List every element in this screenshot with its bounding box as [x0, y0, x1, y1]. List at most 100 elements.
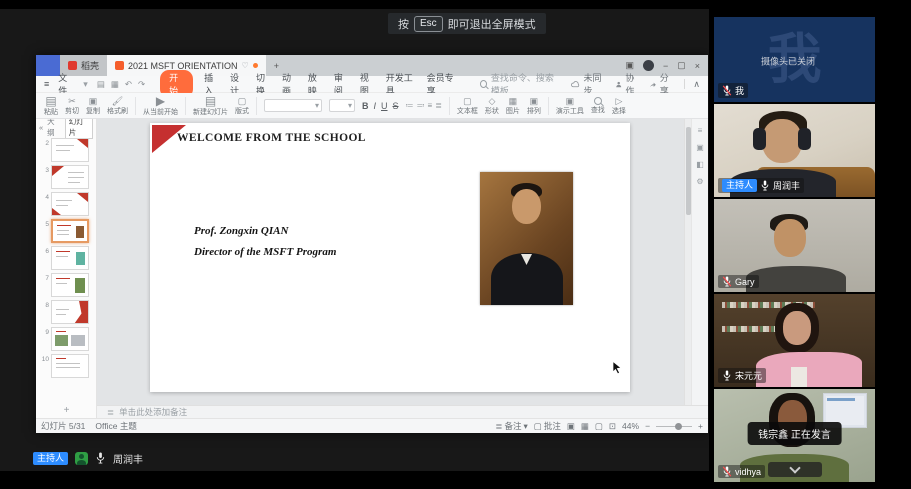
document-tab-label: 2021 MSFT ORIENTATION	[128, 61, 238, 71]
collapse-panel-icon[interactable]: «	[39, 123, 43, 132]
meeting-fullscreen-stage: 按 Esc 即可退出全屏模式 稻壳 2021 MSFT ORIENTATION …	[0, 0, 911, 489]
wps-home-button[interactable]	[36, 55, 60, 76]
notes-placeholder[interactable]: 单击此处添加备注	[119, 406, 187, 418]
right-tool-strip: ≡ ▣ ◧ ⚙	[691, 119, 708, 405]
shape-button[interactable]: ◇形状	[485, 97, 499, 115]
minimize-button[interactable]: −	[663, 61, 668, 71]
arrange-button[interactable]: ▣排列	[527, 97, 541, 115]
file-dropdown-icon[interactable]: ▾	[83, 79, 88, 90]
thumbnail-number: 3	[40, 165, 49, 174]
document-body: « 大纲 幻灯片 2 3 4 5	[36, 119, 708, 405]
slide-canvas: WELCOME FROM THE SCHOOL Prof. Zongxin QI…	[97, 119, 691, 405]
undo-icon[interactable]: ↶	[125, 79, 132, 90]
slide-title: WELCOME FROM THE SCHOOL	[177, 132, 366, 144]
portrait-face	[512, 189, 541, 224]
participant-silhouette	[756, 352, 862, 387]
redo-icon[interactable]: ↷	[138, 79, 145, 90]
slide-thumbnail[interactable]: 2	[40, 138, 94, 162]
view-sorter-button[interactable]: ▦	[581, 421, 589, 432]
mouse-cursor-icon	[612, 361, 623, 375]
zoom-slider[interactable]	[656, 426, 692, 427]
copy-button[interactable]: ▣复制	[86, 97, 100, 115]
tab-slides[interactable]: 幻灯片	[65, 119, 93, 139]
close-button[interactable]: ×	[695, 61, 700, 71]
comments-toggle-button[interactable]: ▢批注	[534, 420, 561, 432]
slide-thumbnail[interactable]: 9	[40, 327, 94, 351]
current-slide[interactable]: WELCOME FROM THE SCHOOL Prof. Zongxin QI…	[150, 123, 630, 392]
notes-icon: ≣	[107, 407, 114, 418]
presentation-file-icon	[115, 61, 124, 70]
font-name-combobox[interactable]: ▾	[264, 99, 322, 112]
zoom-out-button[interactable]: −	[645, 421, 650, 431]
participant-silhouette	[774, 219, 806, 257]
paste-button[interactable]: ▤粘贴	[44, 95, 58, 116]
video-tile-host[interactable]: 主持人 周润丰	[714, 104, 875, 197]
text-box-button[interactable]: ▢文本框	[457, 97, 478, 115]
zoom-in-button[interactable]: +	[698, 421, 703, 431]
slide-thumbnail[interactable]: 10	[40, 354, 94, 378]
strip-outline-icon[interactable]: ≡	[698, 126, 703, 135]
restore-button[interactable]: ▢	[677, 60, 686, 71]
play-from-current-button[interactable]: ▶从当前开始	[143, 95, 178, 116]
paragraph-buttons[interactable]: ≔≕≡≣	[406, 101, 442, 110]
video-tile-vidhya[interactable]: 钱宗鑫 正在发言 vidhya	[714, 389, 875, 482]
strikethrough-button[interactable]: S	[393, 101, 399, 111]
zoom-slider-knob[interactable]	[675, 423, 682, 430]
strip-panes-icon[interactable]: ◧	[696, 160, 704, 169]
collapse-ribbon-icon[interactable]: ∧	[693, 79, 700, 90]
save-icon[interactable]: ▤	[97, 79, 105, 90]
thumbnail-number: 10	[40, 354, 49, 363]
add-slide-button[interactable]: +	[36, 405, 97, 416]
slide-counter: 幻灯片 5/31	[41, 420, 85, 432]
print-icon[interactable]: ▦	[111, 79, 119, 90]
notes-toggle-button[interactable]: ≣备注▾	[495, 420, 527, 432]
format-painter-button[interactable]: 🖌格式刷	[107, 97, 128, 115]
share-icon	[649, 80, 656, 89]
bold-button[interactable]: B	[362, 101, 369, 111]
divider	[185, 97, 186, 115]
layout-button[interactable]: ▢版式	[235, 97, 249, 115]
picture-button[interactable]: ▦图片	[506, 97, 520, 115]
selected-thumbnail[interactable]	[51, 219, 89, 243]
slide-thumbnail[interactable]: 5	[40, 219, 94, 243]
collapse-tiles-button[interactable]	[768, 462, 822, 477]
font-size-combobox[interactable]: ▾	[329, 99, 355, 112]
slide-thumbnail[interactable]: 3	[40, 165, 94, 189]
speaker-text-block: Prof. Zongxin QIAN Director of the MSFT …	[194, 221, 336, 263]
slide-thumbnail[interactable]: 6	[40, 246, 94, 270]
mic-icon	[760, 180, 770, 191]
slide-thumbnail[interactable]: 4	[40, 192, 94, 216]
layout-switch-icon[interactable]: ▣	[625, 60, 634, 71]
participants-panel: 我 摄像头已关闭 我 主持人	[714, 0, 875, 489]
vertical-scrollbar[interactable]	[684, 119, 691, 405]
notes-bar[interactable]: ≣ 单击此处添加备注	[97, 405, 708, 418]
slide-thumbnail[interactable]: 7	[40, 273, 94, 297]
italic-button[interactable]: I	[374, 101, 377, 111]
video-tile-self[interactable]: 我 摄像头已关闭 我	[714, 17, 875, 102]
search-icon	[480, 80, 487, 88]
video-tile-gary[interactable]: Gary	[714, 199, 875, 292]
theme-name[interactable]: Office 主题	[95, 420, 136, 432]
find-button[interactable]: 查找	[591, 97, 605, 114]
cut-button[interactable]: ✂剪切	[65, 97, 79, 115]
camera-off-text: 摄像头已关闭	[761, 55, 815, 68]
view-reading-button[interactable]: ▢	[595, 421, 603, 432]
presenter-name: 周润丰	[113, 451, 143, 466]
select-button[interactable]: ▷选择	[612, 97, 626, 115]
view-normal-button[interactable]: ▣	[567, 421, 575, 432]
new-slide-button[interactable]: ▤新建幻灯片	[193, 95, 228, 116]
underline-button[interactable]: U	[381, 101, 388, 111]
video-tile-song[interactable]: 宋元元	[714, 294, 875, 387]
divider	[684, 79, 685, 89]
participant-label: 主持人 周润丰	[718, 178, 804, 193]
slide-thumbnail[interactable]: 8	[40, 300, 94, 324]
strip-layout-icon[interactable]: ▣	[696, 143, 704, 152]
favorite-heart-icon[interactable]: ♡	[242, 61, 249, 70]
thumbnail-number: 7	[40, 273, 49, 282]
tab-outline[interactable]: 大纲	[47, 119, 61, 138]
strip-settings-icon[interactable]: ⚙	[696, 177, 703, 186]
fit-to-window-button[interactable]: ⊡	[609, 421, 616, 432]
hamburger-menu-icon[interactable]: ≡	[44, 79, 49, 89]
present-tools-button[interactable]: ▣演示工具	[556, 97, 584, 115]
account-avatar[interactable]	[643, 60, 654, 71]
